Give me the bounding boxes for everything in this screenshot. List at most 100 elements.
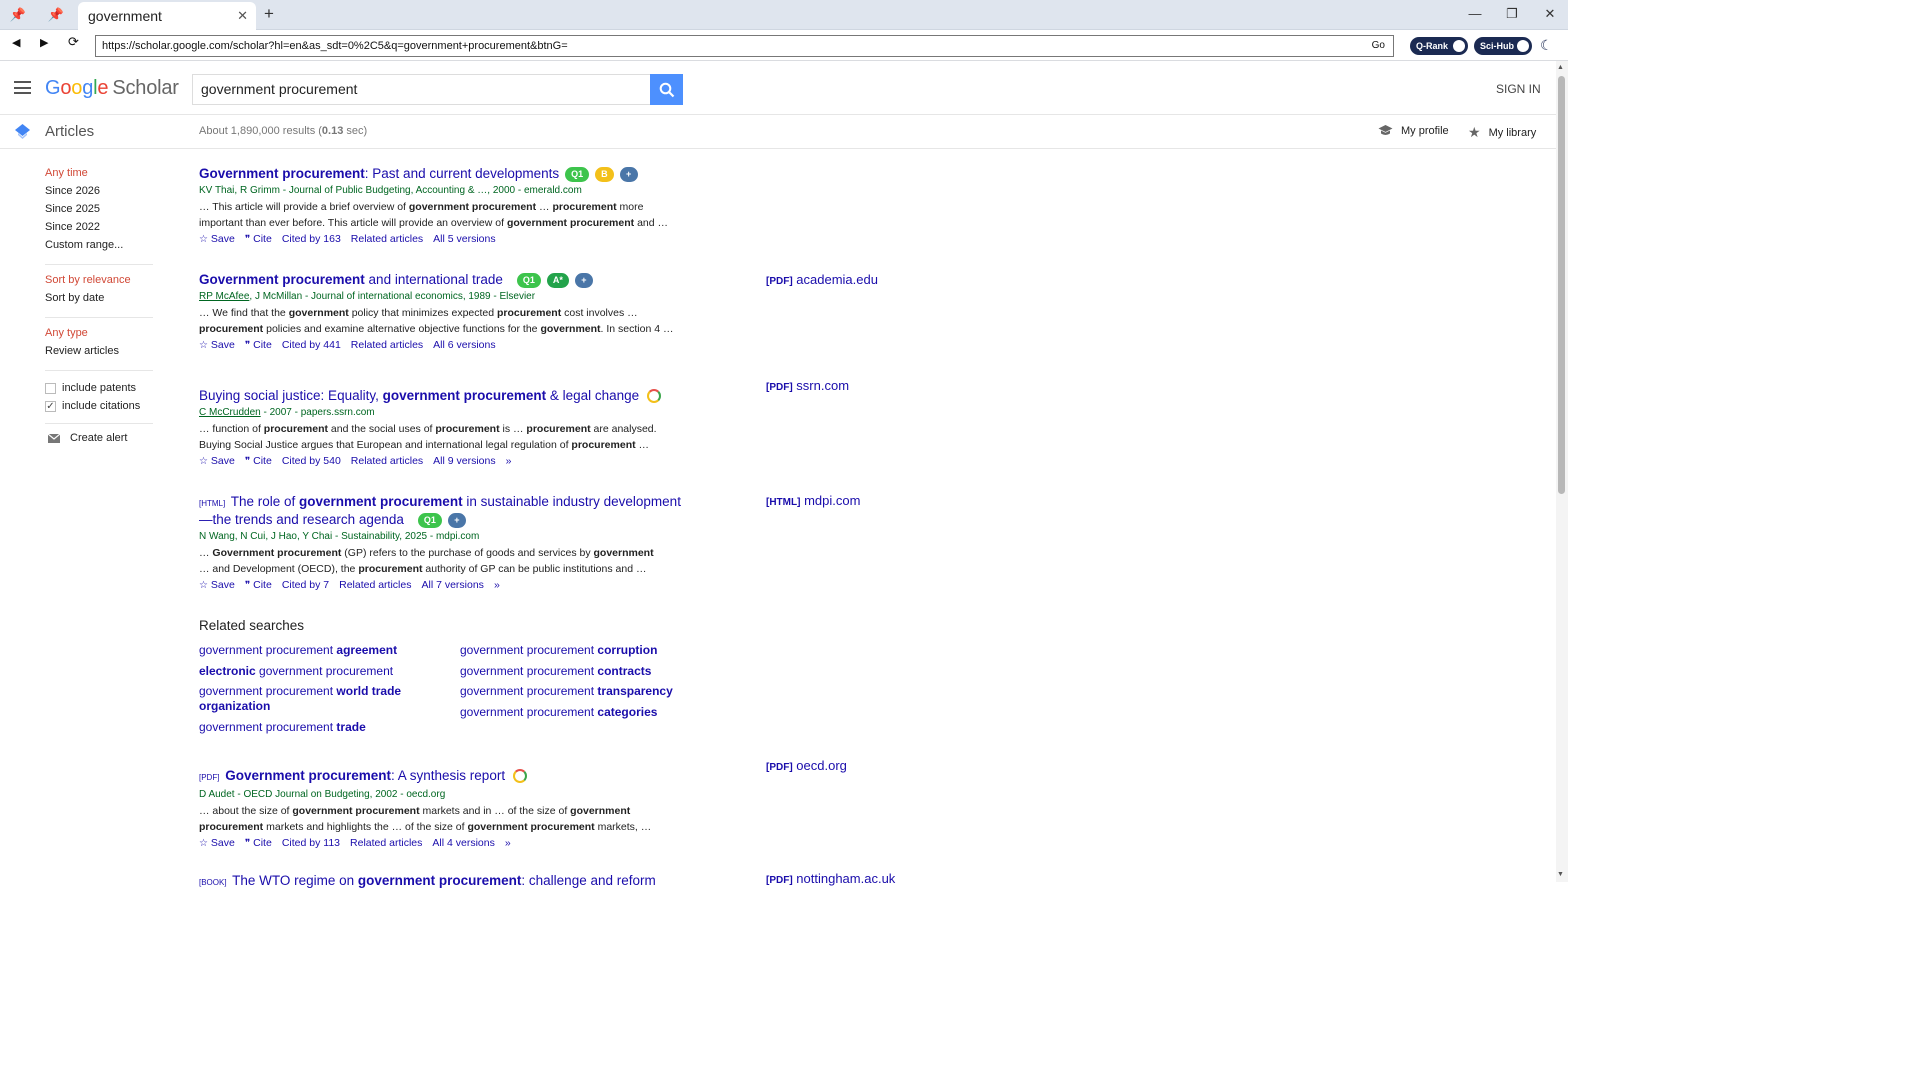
- search-input[interactable]: government procurement: [192, 74, 651, 105]
- related-search-link[interactable]: electronic government procurement: [199, 664, 429, 679]
- fulltext-link[interactable]: [PDF] academia.edu: [766, 272, 878, 287]
- author-link[interactable]: C McCrudden: [199, 407, 261, 418]
- more-badge[interactable]: +: [619, 166, 638, 182]
- scihub-toggle[interactable]: Sci-Hub: [1474, 37, 1532, 55]
- related-articles-link[interactable]: Related articles: [350, 837, 422, 849]
- back-icon[interactable]: ◀: [12, 36, 20, 49]
- cite-button[interactable]: ❞ Cite: [245, 339, 272, 351]
- all-versions-link[interactable]: All 6 versions: [433, 339, 495, 351]
- filter-any-type[interactable]: Any type: [45, 326, 155, 344]
- result-title[interactable]: [BOOK] The WTO regime on government proc…: [199, 873, 719, 891]
- save-button[interactable]: ☆ Save: [199, 455, 235, 467]
- fulltext-link[interactable]: [PDF] oecd.org: [766, 758, 847, 773]
- all-versions-link[interactable]: All 7 versions: [421, 579, 483, 591]
- include-patents-checkbox[interactable]: include patents: [45, 379, 155, 397]
- result-snippet: … about the size of government procureme…: [199, 805, 652, 833]
- cited-by-link[interactable]: Cited by 113: [282, 837, 340, 849]
- go-button[interactable]: Go: [1372, 36, 1385, 56]
- fulltext-link[interactable]: [PDF] nottingham.ac.uk: [766, 871, 895, 886]
- include-citations-checkbox[interactable]: ✓ include citations: [45, 397, 155, 415]
- menu-icon[interactable]: [14, 81, 31, 94]
- related-search-link[interactable]: government procurement transparency: [460, 684, 700, 699]
- my-profile-link[interactable]: My profile: [1378, 124, 1449, 137]
- pinned-tab-1[interactable]: 📌: [2, 3, 34, 27]
- address-bar[interactable]: https://scholar.google.com/scholar?hl=en…: [95, 35, 1394, 57]
- sign-in-button[interactable]: SIGN IN: [1496, 82, 1541, 96]
- related-articles-link[interactable]: Related articles: [351, 339, 423, 351]
- cited-by-link[interactable]: Cited by 7: [282, 579, 329, 591]
- reload-icon[interactable]: ⟳: [68, 34, 79, 50]
- filter-since-2026[interactable]: Since 2026: [45, 184, 155, 202]
- cite-button[interactable]: ❞ Cite: [245, 579, 272, 591]
- create-alert-link[interactable]: Create alert: [48, 432, 155, 444]
- minimize-button[interactable]: —: [1460, 6, 1490, 21]
- search-button[interactable]: [650, 74, 683, 105]
- close-window-button[interactable]: ✕: [1535, 6, 1565, 22]
- related-articles-link[interactable]: Related articles: [351, 455, 423, 467]
- more-options-icon[interactable]: »: [494, 579, 500, 591]
- more-options-icon[interactable]: »: [506, 455, 512, 467]
- scrollbar-thumb[interactable]: [1558, 76, 1565, 494]
- cite-button[interactable]: ❞ Cite: [245, 233, 272, 245]
- more-options-icon[interactable]: »: [505, 837, 511, 849]
- star-outline-icon: ☆: [199, 580, 208, 591]
- all-versions-link[interactable]: All 4 versions: [432, 837, 494, 849]
- articles-icon: [15, 124, 30, 139]
- new-tab-button[interactable]: +: [264, 4, 274, 24]
- pinned-tab-2[interactable]: 📌: [40, 3, 72, 27]
- scroll-up-arrow-icon[interactable]: ▲: [1557, 64, 1564, 71]
- result-title[interactable]: [PDF] Government procurement: A synthesi…: [199, 768, 719, 786]
- graduation-cap-icon: [1378, 125, 1393, 135]
- result-title[interactable]: [HTML] The role of government procuremen…: [199, 494, 719, 528]
- result-title[interactable]: Government procurement and international…: [199, 272, 719, 288]
- save-button[interactable]: ☆ Save: [199, 233, 235, 245]
- save-button[interactable]: ☆ Save: [199, 579, 235, 591]
- sort-by-relevance[interactable]: Sort by relevance: [45, 273, 155, 291]
- scroll-down-arrow-icon[interactable]: ▼: [1557, 871, 1564, 878]
- result-title[interactable]: Buying social justice: Equality, governm…: [199, 388, 719, 404]
- altmetric-ring-icon[interactable]: [647, 389, 662, 404]
- more-badge[interactable]: +: [574, 272, 593, 288]
- search-result: [PDF] Government procurement: A synthesi…: [199, 768, 719, 849]
- cited-by-link[interactable]: Cited by 540: [282, 455, 341, 467]
- author-link[interactable]: RP McAfee: [199, 291, 249, 302]
- filter-any-time[interactable]: Any time: [45, 166, 155, 184]
- fulltext-link[interactable]: [HTML] mdpi.com: [766, 493, 860, 508]
- rank-badge: A*: [546, 272, 569, 288]
- fulltext-link[interactable]: [PDF] ssrn.com: [766, 378, 849, 393]
- result-title[interactable]: Government procurement: Past and current…: [199, 166, 719, 182]
- forward-icon[interactable]: ▶: [40, 36, 48, 49]
- star-icon: ★: [1468, 124, 1481, 140]
- active-tab[interactable]: government ✕: [78, 2, 256, 30]
- related-articles-link[interactable]: Related articles: [339, 579, 411, 591]
- save-button[interactable]: ☆ Save: [199, 837, 235, 849]
- related-articles-link[interactable]: Related articles: [351, 233, 423, 245]
- google-scholar-logo[interactable]: Google Scholar: [45, 77, 179, 100]
- related-search-link[interactable]: government procurement trade: [199, 720, 429, 735]
- more-badge[interactable]: +: [447, 512, 466, 528]
- tab-close-icon[interactable]: ✕: [237, 8, 248, 24]
- filter-since-2022[interactable]: Since 2022: [45, 220, 155, 238]
- articles-label[interactable]: Articles: [45, 123, 94, 140]
- my-library-link[interactable]: ★ My library: [1468, 124, 1536, 141]
- related-search-link[interactable]: government procurement world trade organ…: [199, 684, 429, 714]
- cited-by-link[interactable]: Cited by 163: [282, 233, 341, 245]
- related-search-link[interactable]: government procurement agreement: [199, 643, 429, 658]
- save-button[interactable]: ☆ Save: [199, 339, 235, 351]
- extension-icon[interactable]: ☾: [1540, 37, 1553, 54]
- cite-button[interactable]: ❞ Cite: [245, 837, 272, 849]
- qrank-toggle[interactable]: Q-Rank: [1410, 37, 1468, 55]
- altmetric-ring-icon[interactable]: [513, 769, 528, 784]
- all-versions-link[interactable]: All 5 versions: [433, 233, 495, 245]
- sort-by-date[interactable]: Sort by date: [45, 291, 155, 309]
- filter-custom-range[interactable]: Custom range...: [45, 238, 155, 256]
- filter-since-2025[interactable]: Since 2025: [45, 202, 155, 220]
- cited-by-link[interactable]: Cited by 441: [282, 339, 341, 351]
- related-search-link[interactable]: government procurement categories: [460, 705, 700, 720]
- filter-review-articles[interactable]: Review articles: [45, 344, 155, 362]
- cite-button[interactable]: ❞ Cite: [245, 455, 272, 467]
- all-versions-link[interactable]: All 9 versions: [433, 455, 495, 467]
- related-search-link[interactable]: government procurement contracts: [460, 664, 700, 679]
- restore-button[interactable]: ❐: [1497, 6, 1527, 22]
- related-search-link[interactable]: government procurement corruption: [460, 643, 700, 658]
